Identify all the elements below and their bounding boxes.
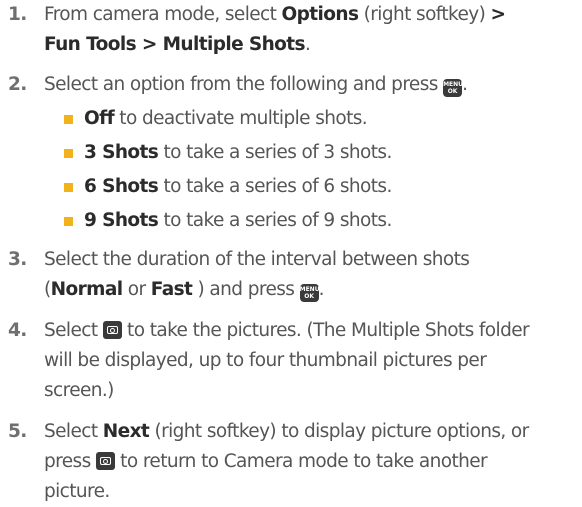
camera-key-icon bbox=[102, 321, 122, 339]
step-text: Select Next (right softkey) to display p… bbox=[44, 421, 529, 502]
manual-page: 1. From camera mode, select Options (rig… bbox=[0, 0, 582, 506]
step-text: Select the duration of the interval betw… bbox=[44, 249, 470, 302]
step-number: 5. bbox=[8, 421, 27, 442]
step-number: 3. bbox=[8, 249, 27, 270]
step-text: From camera mode, select Options (right … bbox=[44, 4, 506, 55]
options-label: Options bbox=[281, 4, 359, 25]
menu-ok-key-icon: MENU OK bbox=[299, 284, 320, 302]
camera-key-icon bbox=[95, 452, 115, 470]
square-bullet-icon bbox=[64, 149, 73, 158]
step-number: 4. bbox=[8, 320, 27, 341]
square-bullet-icon bbox=[64, 183, 73, 192]
step-number: 1. bbox=[8, 4, 27, 25]
menu-path: Fun Tools > Multiple Shots bbox=[44, 34, 306, 55]
step-number: 2. bbox=[8, 74, 27, 95]
next-label: Next bbox=[102, 421, 150, 442]
step-text: Select to take the pictures. (The Multip… bbox=[44, 320, 530, 401]
square-bullet-icon bbox=[64, 115, 73, 124]
square-bullet-icon bbox=[64, 217, 73, 226]
step-text: Select an option from the following and … bbox=[44, 74, 468, 97]
menu-ok-key-icon: MENU OK bbox=[443, 79, 464, 97]
